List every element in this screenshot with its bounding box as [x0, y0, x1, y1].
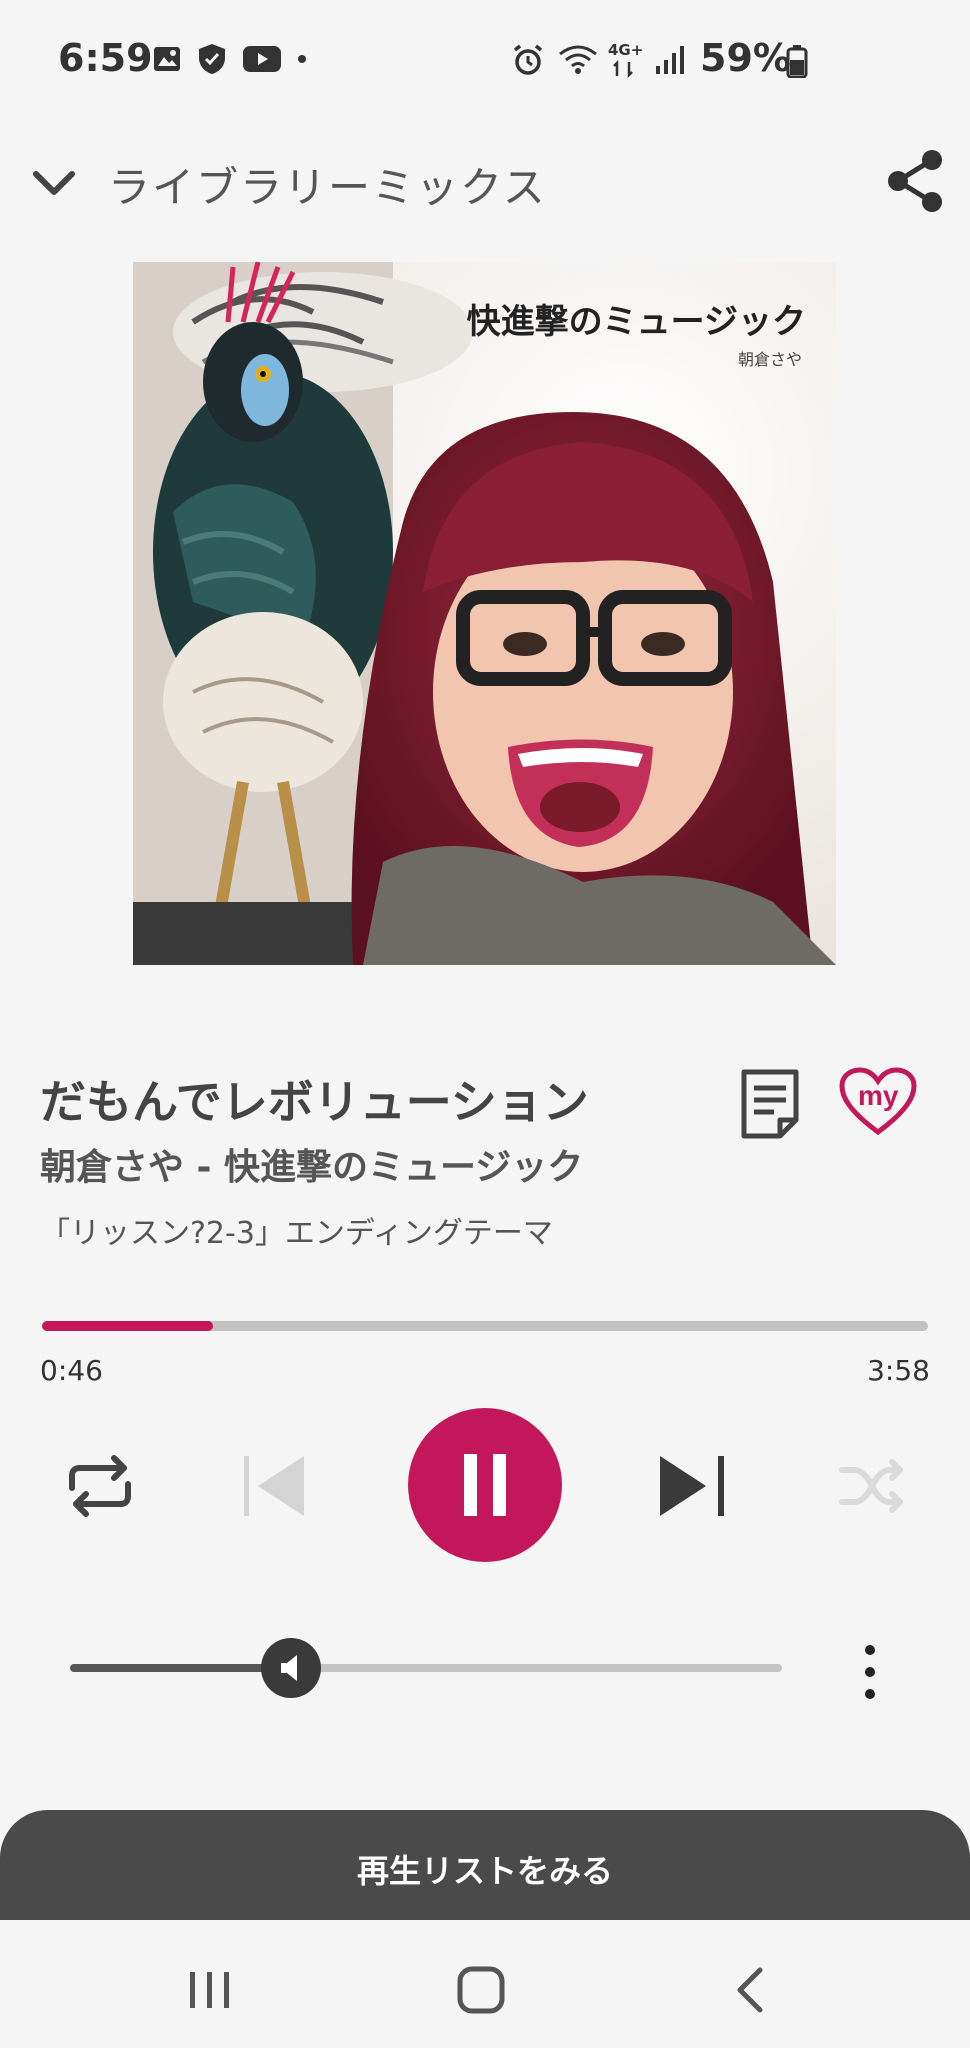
previous-button[interactable] — [240, 1452, 316, 1520]
pause-button[interactable] — [408, 1408, 562, 1562]
gallery-icon — [154, 47, 180, 71]
album-cover-title: 快進撃のミュージック — [466, 302, 806, 342]
shuffle-button[interactable] — [836, 1454, 908, 1518]
track-subtitle: 「リッスン?2-3」エンディングテーマ — [40, 1216, 553, 1251]
signal-icon — [656, 46, 684, 74]
progress-fill — [42, 1321, 213, 1331]
header: ライブラリーミックス — [0, 130, 970, 230]
total-time: 3:58 — [867, 1354, 930, 1387]
repeat-button[interactable] — [64, 1454, 136, 1518]
volume-fill — [70, 1664, 291, 1672]
recent-apps-button[interactable] — [180, 1960, 240, 2020]
battery-icon — [786, 45, 808, 78]
next-button[interactable] — [656, 1452, 732, 1520]
track-artist-album: 朝倉さや - 快進撃のミュージック — [40, 1147, 584, 1188]
collapse-button[interactable] — [28, 158, 80, 210]
battery-percent: 59% — [700, 36, 791, 80]
my-label: my — [858, 1080, 899, 1111]
skip-next-icon — [660, 1456, 724, 1516]
playlist-label: 再生リストをみる — [356, 1852, 613, 1890]
status-bar: 6:59 4G+ 59% — [0, 0, 970, 120]
track-title: だもんでレボリューション — [40, 1075, 589, 1129]
progress-bar[interactable] — [42, 1321, 928, 1331]
system-nav-bar — [0, 1920, 970, 2048]
network-type: 4G+ — [608, 41, 644, 59]
pause-icon — [464, 1454, 506, 1516]
shield-icon — [199, 44, 225, 74]
view-playlist-button[interactable]: 再生リストをみる — [0, 1810, 970, 1920]
album-cover-image — [133, 262, 836, 965]
status-time: 6:59 — [58, 36, 153, 80]
home-button[interactable] — [451, 1960, 511, 2020]
recent-apps-icon — [190, 1972, 229, 2008]
my-favorite-button[interactable]: my — [838, 1066, 918, 1138]
elapsed-time: 0:46 — [40, 1354, 103, 1387]
back-button[interactable] — [722, 1960, 782, 2020]
lyrics-button[interactable] — [738, 1068, 802, 1140]
back-icon — [737, 1967, 763, 2013]
wifi-icon — [559, 45, 597, 74]
status-notification-icons — [152, 42, 308, 76]
speaker-icon — [280, 1655, 297, 1681]
more-options-button[interactable] — [850, 1640, 890, 1704]
document-icon — [741, 1069, 799, 1139]
repeat-icon — [69, 1455, 131, 1517]
album-cover-artist: 朝倉さや — [737, 350, 802, 369]
data-arrows-icon — [613, 60, 633, 78]
volume-slider[interactable] — [70, 1664, 782, 1672]
alarm-icon — [513, 44, 543, 75]
volume-handle[interactable] — [260, 1638, 321, 1698]
dot-icon — [298, 55, 306, 63]
share-icon — [888, 150, 942, 212]
album-art: 快進撃のミュージック 朝倉さや — [133, 262, 836, 965]
youtube-icon — [243, 46, 281, 72]
more-vert-icon — [865, 1645, 875, 1699]
page-title: ライブラリーミックス — [108, 163, 547, 212]
chevron-down-icon — [33, 171, 75, 195]
home-icon — [457, 1966, 505, 2014]
screen: 6:59 4G+ 59% ライブラリーミックス 快進撃のミュージック 朝倉さや … — [0, 0, 970, 2048]
share-button[interactable] — [880, 146, 950, 216]
skip-previous-icon — [244, 1456, 304, 1516]
shuffle-icon — [839, 1459, 903, 1513]
